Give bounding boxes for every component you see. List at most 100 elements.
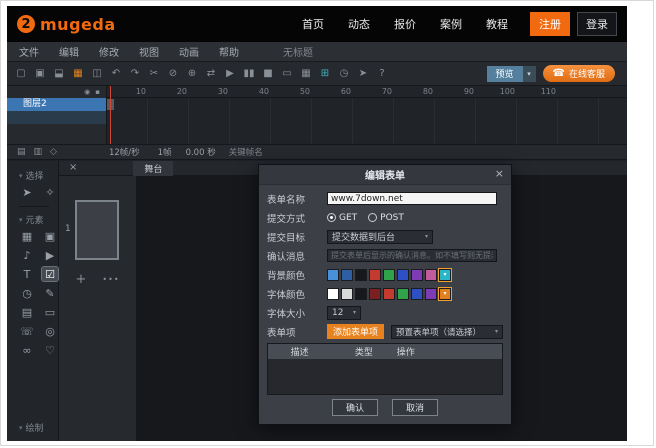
timer-tool-icon[interactable]: ◷ bbox=[19, 286, 35, 300]
menu-item[interactable]: 帮助 bbox=[219, 44, 239, 59]
nav-item[interactable]: 教程 bbox=[486, 16, 508, 32]
fps-setting[interactable]: 12帧/秒 bbox=[109, 146, 140, 158]
library-icon[interactable]: ▦ bbox=[72, 68, 84, 79]
image-tool-icon[interactable]: ▣ bbox=[42, 229, 58, 243]
color-swatch[interactable] bbox=[411, 269, 423, 281]
stop-icon[interactable]: ■ bbox=[262, 68, 274, 79]
clock-icon[interactable]: ◷ bbox=[338, 68, 350, 79]
new-file-icon[interactable]: ▢ bbox=[15, 68, 27, 79]
color-swatch[interactable] bbox=[355, 288, 367, 300]
timeline-layer-subrow[interactable] bbox=[7, 111, 106, 124]
color-swatch[interactable] bbox=[341, 288, 353, 300]
confirm-message-input[interactable] bbox=[327, 249, 497, 262]
lock-column-icon[interactable]: ▪ bbox=[95, 88, 100, 96]
pointer-icon[interactable]: ➤ bbox=[357, 68, 369, 79]
timeline-layer-row[interactable]: 图层2 bbox=[7, 98, 106, 111]
elements-section-header[interactable]: ▾ 元素 bbox=[19, 213, 58, 226]
confirm-button[interactable]: 确认 bbox=[332, 399, 378, 416]
cut-icon[interactable]: ✂ bbox=[148, 68, 160, 79]
color-swatch[interactable] bbox=[397, 269, 409, 281]
video-tool-icon[interactable]: ▶ bbox=[42, 248, 58, 262]
select-section-header[interactable]: ▾ 选择 bbox=[19, 169, 58, 182]
help-icon[interactable]: ? bbox=[376, 68, 388, 79]
color-swatch[interactable]: ▾ bbox=[439, 288, 451, 300]
nav-item[interactable]: 报价 bbox=[394, 16, 416, 32]
frame-view-icon[interactable]: ◇ bbox=[50, 147, 57, 157]
preview-dropdown-icon[interactable]: ▾ bbox=[523, 66, 536, 82]
layer-list-icon[interactable]: ▤ bbox=[17, 147, 26, 157]
link-tool-icon[interactable]: ∞ bbox=[19, 343, 35, 357]
visibility-column-icon[interactable]: ◉ bbox=[84, 88, 90, 96]
audio-tool-icon[interactable]: ♪ bbox=[19, 248, 35, 262]
preview-button[interactable]: 预览 ▾ bbox=[487, 66, 536, 82]
nav-item[interactable]: 首页 bbox=[302, 16, 324, 32]
mugeda-logo[interactable]: 2 mugeda bbox=[17, 15, 116, 34]
pause-icon[interactable]: ▮▮ bbox=[243, 68, 255, 79]
message-tool-icon[interactable]: ▭ bbox=[42, 305, 58, 319]
target-tool-icon[interactable]: ◎ bbox=[42, 324, 58, 338]
menu-item[interactable]: 文件 bbox=[19, 44, 39, 59]
preset-items-select[interactable]: 预置表单项（请选择） ▾ bbox=[391, 325, 503, 339]
phone-tool-icon[interactable]: ☏ bbox=[19, 324, 35, 338]
dialog-header[interactable]: 编辑表单 × bbox=[259, 165, 511, 185]
nav-item[interactable]: 动态 bbox=[348, 16, 370, 32]
magnet-icon[interactable]: ⊕ bbox=[186, 68, 198, 79]
close-icon[interactable]: × bbox=[69, 163, 77, 173]
grid-icon[interactable]: ⊞ bbox=[319, 68, 331, 79]
tab-stage[interactable]: 舞台 bbox=[133, 161, 173, 176]
color-swatch[interactable] bbox=[383, 288, 395, 300]
login-button[interactable]: 登录 bbox=[577, 12, 617, 36]
chart-tool-icon[interactable]: ▤ bbox=[19, 305, 35, 319]
color-swatch[interactable] bbox=[397, 288, 409, 300]
redo-icon[interactable]: ↷ bbox=[129, 68, 141, 79]
color-swatch[interactable] bbox=[425, 288, 437, 300]
playhead[interactable] bbox=[110, 86, 111, 144]
add-form-item-button[interactable]: 添加表单项 bbox=[327, 324, 384, 339]
undo-icon[interactable]: ↶ bbox=[110, 68, 122, 79]
nav-item[interactable]: 案例 bbox=[440, 16, 462, 32]
keyframe-name-field[interactable]: 关键帧名 bbox=[229, 146, 263, 158]
page-thumbnail[interactable] bbox=[75, 200, 119, 260]
onion-skin-icon[interactable]: ▥ bbox=[34, 147, 43, 157]
table-body[interactable] bbox=[268, 359, 502, 394]
menu-item[interactable]: 视图 bbox=[139, 44, 159, 59]
text-tool-icon[interactable]: T bbox=[19, 267, 35, 281]
color-swatch[interactable] bbox=[369, 269, 381, 281]
color-swatch[interactable] bbox=[355, 269, 367, 281]
swap-icon[interactable]: ⇄ bbox=[205, 68, 217, 79]
close-icon[interactable]: × bbox=[495, 168, 504, 179]
color-swatch[interactable] bbox=[383, 269, 395, 281]
menu-item[interactable]: 修改 bbox=[99, 44, 119, 59]
comment-icon[interactable]: ▭ bbox=[281, 68, 293, 79]
form-name-input[interactable] bbox=[327, 192, 497, 205]
timeline-grid[interactable] bbox=[107, 98, 627, 144]
page-options-button[interactable]: ••• bbox=[102, 275, 119, 284]
color-swatch[interactable] bbox=[425, 269, 437, 281]
submit-target-select[interactable]: 提交数据到后台 ▾ bbox=[327, 230, 433, 244]
lasso-tool-icon[interactable]: ✧ bbox=[42, 185, 58, 199]
color-swatch[interactable] bbox=[341, 269, 353, 281]
cancel-button[interactable]: 取消 bbox=[392, 399, 438, 416]
lock-icon[interactable]: ⊘ bbox=[167, 68, 179, 79]
menu-item[interactable]: 编辑 bbox=[59, 44, 79, 59]
pencil-tool-icon[interactable]: ✎ bbox=[42, 286, 58, 300]
color-swatch[interactable] bbox=[369, 288, 381, 300]
register-button[interactable]: 注册 bbox=[530, 12, 570, 36]
draw-section-header[interactable]: ▾ 绘制 bbox=[19, 421, 58, 434]
color-swatch[interactable] bbox=[327, 288, 339, 300]
open-file-icon[interactable]: ▣ bbox=[34, 68, 46, 79]
menu-item[interactable]: 动画 bbox=[179, 44, 199, 59]
method-get-radio[interactable] bbox=[327, 213, 336, 222]
play-icon[interactable]: ▶ bbox=[224, 68, 236, 79]
film-icon[interactable]: ▦ bbox=[300, 68, 312, 79]
timeline-ruler[interactable]: 102030405060708090100110 bbox=[107, 86, 627, 98]
pointer-tool-icon[interactable]: ➤ bbox=[19, 185, 35, 199]
color-swatch[interactable]: ▾ bbox=[439, 269, 451, 281]
component-tool-icon[interactable]: ▦ bbox=[19, 229, 35, 243]
color-swatch[interactable] bbox=[411, 288, 423, 300]
online-support-button[interactable]: ☎ 在线客服 bbox=[543, 65, 615, 82]
method-post-radio[interactable] bbox=[368, 213, 377, 222]
form-tool-icon[interactable]: ☑ bbox=[42, 267, 58, 281]
font-size-select[interactable]: 12 ▾ bbox=[327, 306, 361, 320]
add-page-button[interactable]: + bbox=[75, 272, 86, 287]
